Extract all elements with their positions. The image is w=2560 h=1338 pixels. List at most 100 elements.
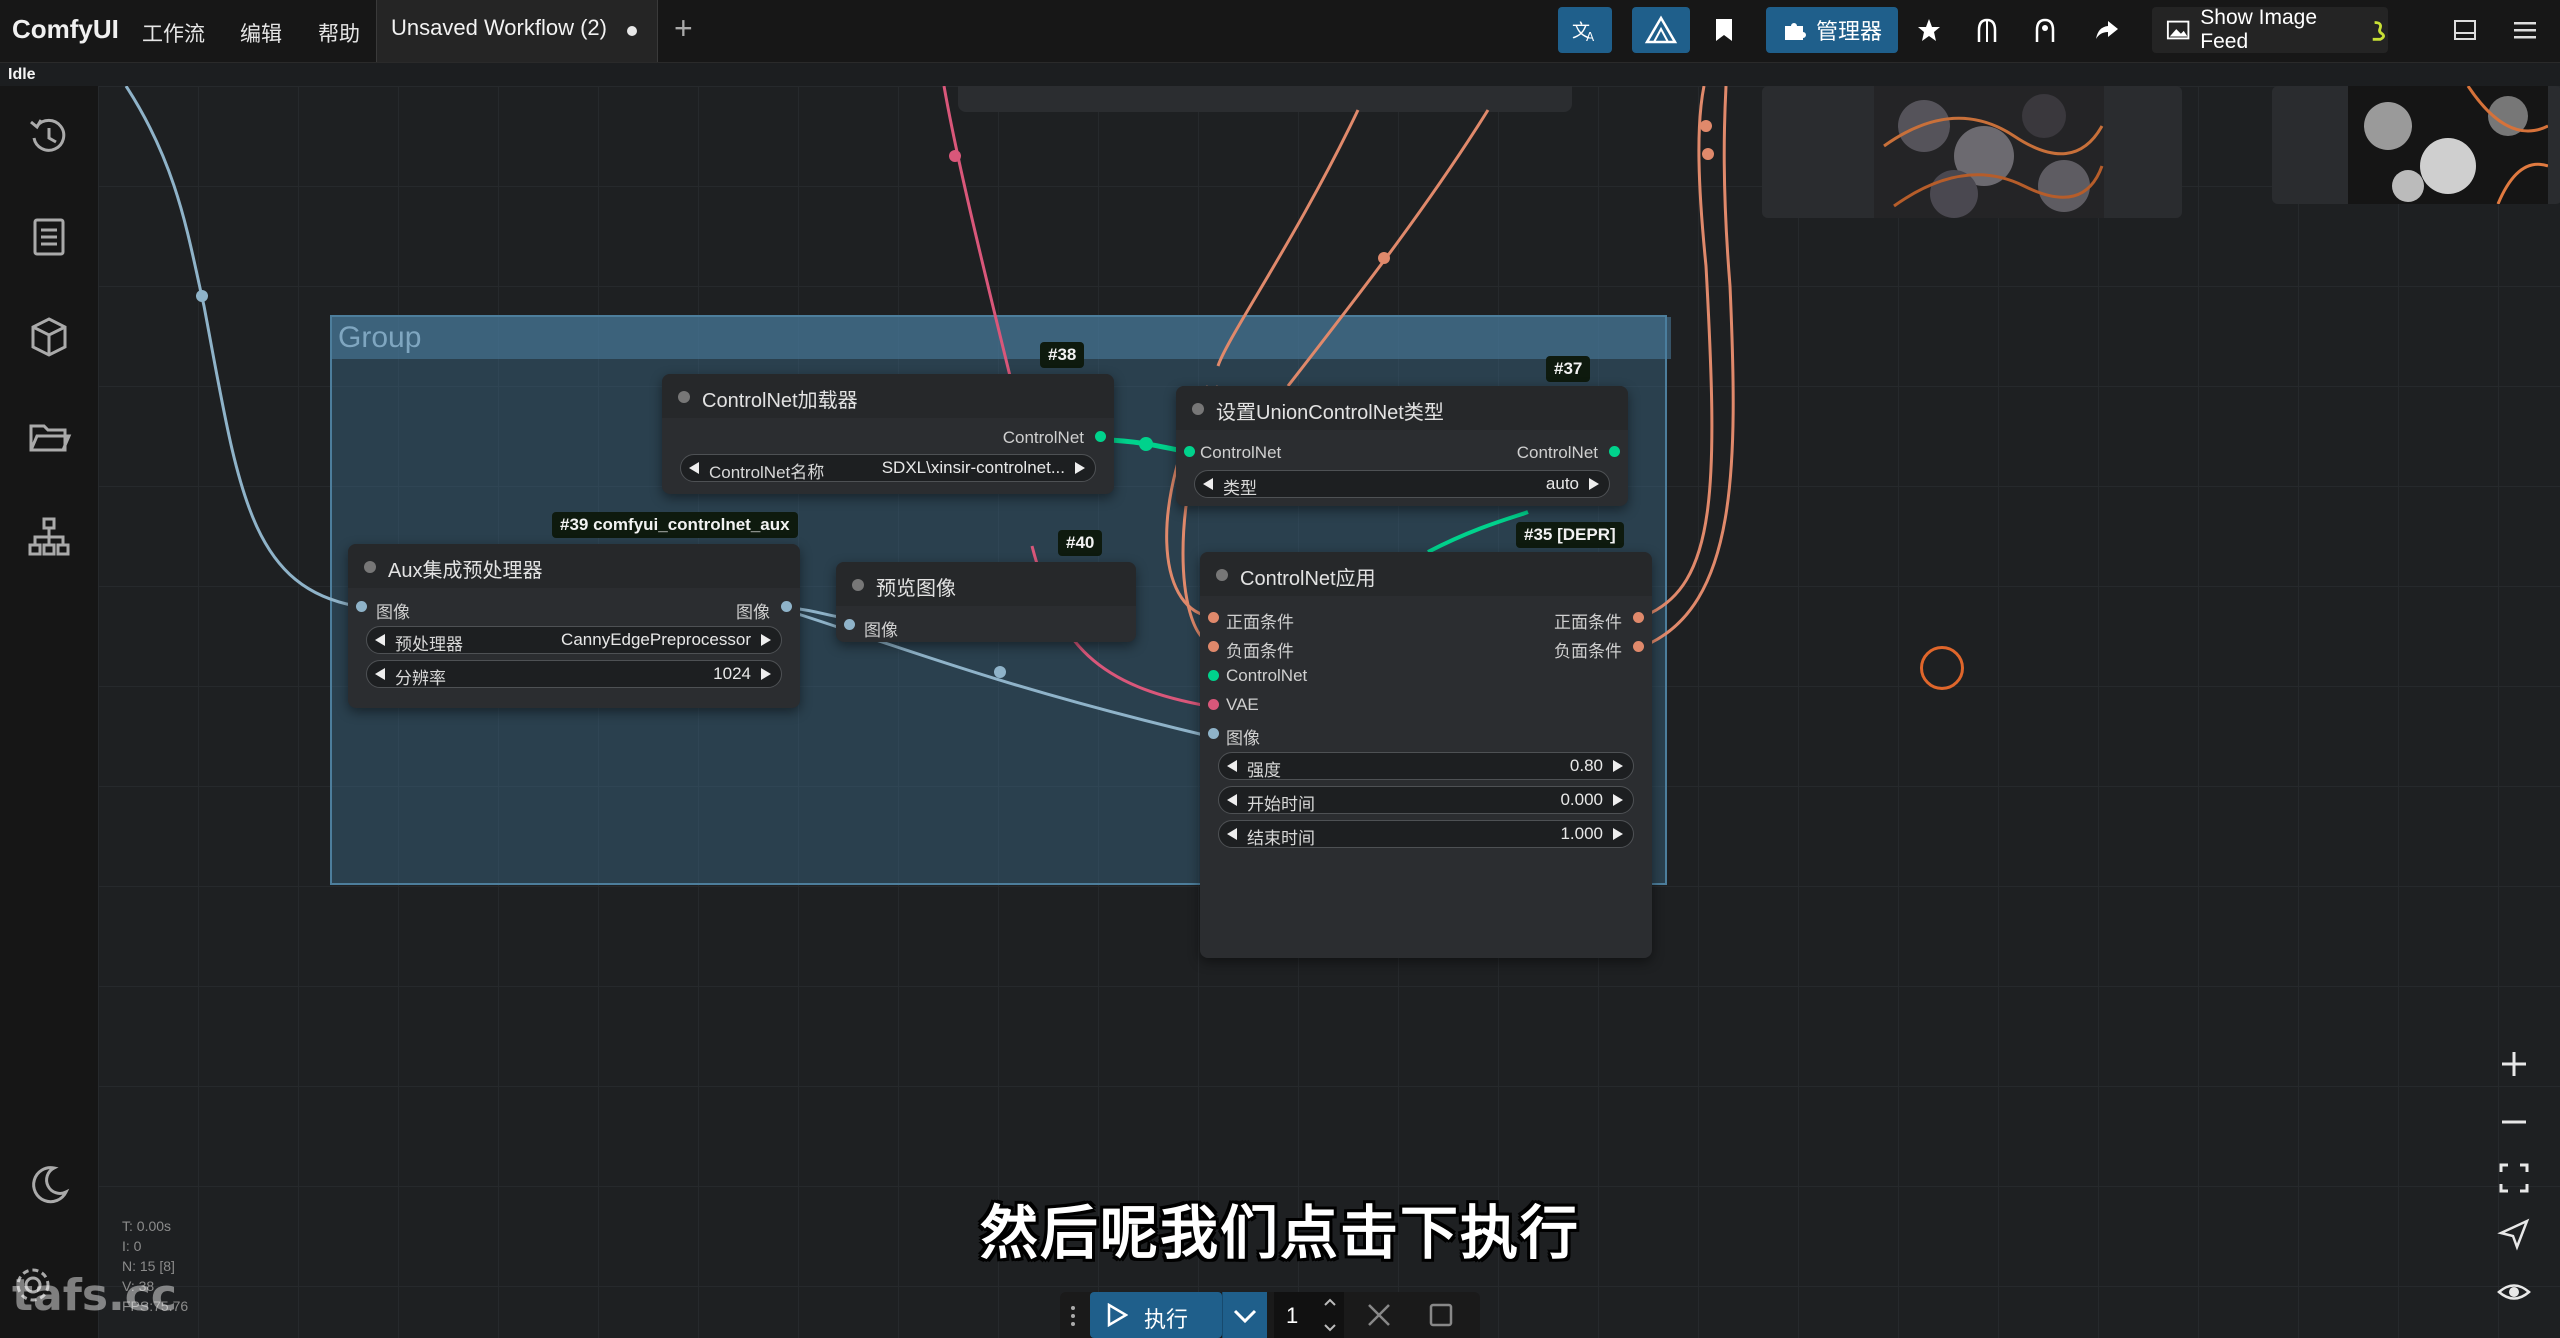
output-label-negative: 负面条件 bbox=[1554, 642, 1622, 661]
input-port-contronet[interactable] bbox=[1184, 446, 1195, 457]
node-title-bar[interactable]: ControlNet应用 bbox=[1200, 552, 1652, 596]
increment-arrow-icon[interactable] bbox=[1075, 462, 1085, 474]
graph-canvas[interactable]: Group #38 ControlNet加载器 ControlNet Contr… bbox=[98, 86, 2560, 1338]
run-label: 执行 bbox=[1144, 1307, 1189, 1332]
output-port-controlnet[interactable] bbox=[1609, 446, 1620, 457]
widget-type[interactable]: 类型 auto bbox=[1194, 470, 1610, 498]
video-subtitle: 然后呢我们点击下执行 bbox=[979, 1201, 1580, 1266]
node-title: ControlNet加载器 bbox=[702, 390, 858, 412]
share-button[interactable] bbox=[2086, 7, 2128, 53]
decrement-arrow-icon[interactable] bbox=[375, 634, 385, 646]
input-port-image[interactable] bbox=[1208, 728, 1219, 739]
node-badge-35: #35 [DEPR] bbox=[1516, 522, 1624, 548]
widget-strength[interactable]: 强度 0.80 bbox=[1218, 752, 1634, 780]
input-port-positive[interactable] bbox=[1208, 612, 1219, 623]
zoom-in-icon[interactable] bbox=[2496, 1046, 2532, 1082]
input-port-image[interactable] bbox=[356, 601, 367, 612]
new-tab-plus-icon[interactable]: + bbox=[674, 10, 693, 47]
increment-arrow-icon[interactable] bbox=[1613, 828, 1623, 840]
tab-workflow[interactable]: Unsaved Workflow (2) bbox=[376, 0, 658, 62]
collapse-dot[interactable] bbox=[678, 391, 690, 403]
collapse-dot[interactable] bbox=[1192, 403, 1204, 415]
node-tool-button-a[interactable] bbox=[1966, 7, 2008, 53]
zoom-out-icon[interactable] bbox=[2496, 1104, 2532, 1140]
output-label: ControlNet bbox=[1516, 443, 1598, 462]
decrement-arrow-icon[interactable] bbox=[1227, 794, 1237, 806]
bookmark-button[interactable] bbox=[1700, 7, 1748, 53]
input-port-image[interactable] bbox=[844, 619, 855, 630]
menu-help[interactable]: 帮助 bbox=[318, 18, 360, 48]
batch-count-value[interactable]: 1 bbox=[1286, 1303, 1298, 1329]
input-label-negative: 负面条件 bbox=[1226, 642, 1294, 661]
output-label: 图像 bbox=[736, 603, 770, 622]
play-icon bbox=[1107, 1303, 1128, 1327]
output-label: ControlNet bbox=[1002, 428, 1084, 447]
increment-arrow-icon[interactable] bbox=[1589, 478, 1599, 490]
collapse-dot[interactable] bbox=[852, 579, 864, 591]
widget-preprocessor[interactable]: 预处理器 CannyEdgePreprocessor bbox=[366, 626, 782, 654]
queue-list-icon[interactable] bbox=[26, 214, 72, 260]
node-aux-preprocessor[interactable]: Aux集成预处理器 图像 图像 预处理器 CannyEdgePreprocess… bbox=[348, 544, 800, 708]
decrement-arrow-icon[interactable] bbox=[375, 668, 385, 680]
node-controlnet-apply[interactable]: ControlNet应用 正面条件 负面条件 ControlNet VAE 图像… bbox=[1200, 552, 1652, 958]
increment-arrow-icon[interactable] bbox=[1613, 760, 1623, 772]
node-controlnet-loader[interactable]: ControlNet加载器 ControlNet ControlNet名称 SD… bbox=[662, 374, 1114, 494]
node-title-bar[interactable]: Aux集成预处理器 bbox=[348, 544, 800, 588]
manager-button[interactable]: 管理器 bbox=[1766, 7, 1898, 53]
node-title-bar[interactable]: 设置UnionControlNet类型 bbox=[1176, 386, 1628, 430]
input-port-vae[interactable] bbox=[1208, 699, 1219, 710]
model-button[interactable] bbox=[1632, 7, 1690, 53]
menu-workflow[interactable]: 工作流 bbox=[142, 18, 205, 48]
increment-arrow-icon[interactable] bbox=[761, 634, 771, 646]
run-mode-dropdown[interactable] bbox=[1222, 1292, 1267, 1338]
output-label-positive: 正面条件 bbox=[1554, 613, 1622, 632]
input-port-controlnet[interactable] bbox=[1208, 670, 1219, 681]
increment-arrow-icon[interactable] bbox=[1613, 794, 1623, 806]
node-title: Aux集成预处理器 bbox=[388, 560, 543, 582]
input-label-vae: VAE bbox=[1226, 695, 1259, 714]
stop-square-icon[interactable] bbox=[1428, 1302, 1454, 1328]
run-button[interactable]: 执行 bbox=[1090, 1292, 1222, 1338]
panel-icon bbox=[2454, 20, 2476, 40]
output-port-image[interactable] bbox=[781, 601, 792, 612]
translate-button[interactable]: 文A bbox=[1558, 7, 1612, 53]
decrement-arrow-icon[interactable] bbox=[689, 462, 699, 474]
panel-toggle-button[interactable] bbox=[2444, 7, 2486, 53]
node-badge-38: #38 bbox=[1040, 342, 1085, 368]
cancel-x-icon[interactable] bbox=[1366, 1302, 1392, 1328]
favorite-button[interactable] bbox=[1908, 7, 1950, 53]
widget-end-percent[interactable]: 结束时间 1.000 bbox=[1218, 820, 1634, 848]
increment-arrow-icon[interactable] bbox=[761, 668, 771, 680]
show-image-feed-button[interactable]: Show Image Feed bbox=[2152, 6, 2388, 53]
output-port-positive[interactable] bbox=[1633, 612, 1644, 623]
decrement-arrow-icon[interactable] bbox=[1227, 828, 1237, 840]
node-tool-button-b[interactable] bbox=[2024, 7, 2066, 53]
toggle-links-eye-icon[interactable] bbox=[2496, 1274, 2532, 1310]
puzzle-icon bbox=[1784, 23, 1806, 40]
widget-resolution[interactable]: 分辨率 1024 bbox=[366, 660, 782, 688]
batch-count-stepper[interactable]: 1 bbox=[1274, 1292, 1344, 1338]
output-port-negative[interactable] bbox=[1633, 641, 1644, 652]
decrement-arrow-icon[interactable] bbox=[1227, 760, 1237, 772]
node-title: 预览图像 bbox=[876, 578, 956, 600]
model-library-cube-icon[interactable] bbox=[26, 314, 72, 360]
input-port-negative[interactable] bbox=[1208, 641, 1219, 652]
workflows-folder-icon[interactable] bbox=[26, 414, 72, 460]
collapse-dot[interactable] bbox=[1216, 569, 1228, 581]
decrement-arrow-icon[interactable] bbox=[1203, 478, 1213, 490]
node-preview-image[interactable]: 预览图像 图像 bbox=[836, 562, 1136, 642]
menu-edit[interactable]: 编辑 bbox=[240, 18, 282, 48]
node-title-bar[interactable]: ControlNet加载器 bbox=[662, 374, 1114, 418]
hamburger-menu-button[interactable] bbox=[2504, 7, 2546, 53]
app-brand[interactable]: ComfyUI bbox=[12, 14, 119, 45]
output-port-controlnet[interactable] bbox=[1095, 431, 1106, 442]
drag-handle-icon[interactable] bbox=[1068, 1304, 1078, 1328]
widget-start-percent[interactable]: 开始时间 0.000 bbox=[1218, 786, 1634, 814]
node-set-union-controlnet-type[interactable]: 设置UnionControlNet类型 ControlNet ControlNe… bbox=[1176, 386, 1628, 506]
stepper-arrows-icon[interactable] bbox=[1322, 1295, 1338, 1335]
node-library-tree-icon[interactable] bbox=[26, 514, 72, 560]
history-icon[interactable] bbox=[26, 114, 72, 160]
node-title-bar[interactable]: 预览图像 bbox=[836, 562, 1136, 606]
collapse-dot[interactable] bbox=[364, 561, 376, 573]
widget-controlnet-name[interactable]: ControlNet名称 SDXL\xinsir-controlnet... bbox=[680, 454, 1096, 482]
